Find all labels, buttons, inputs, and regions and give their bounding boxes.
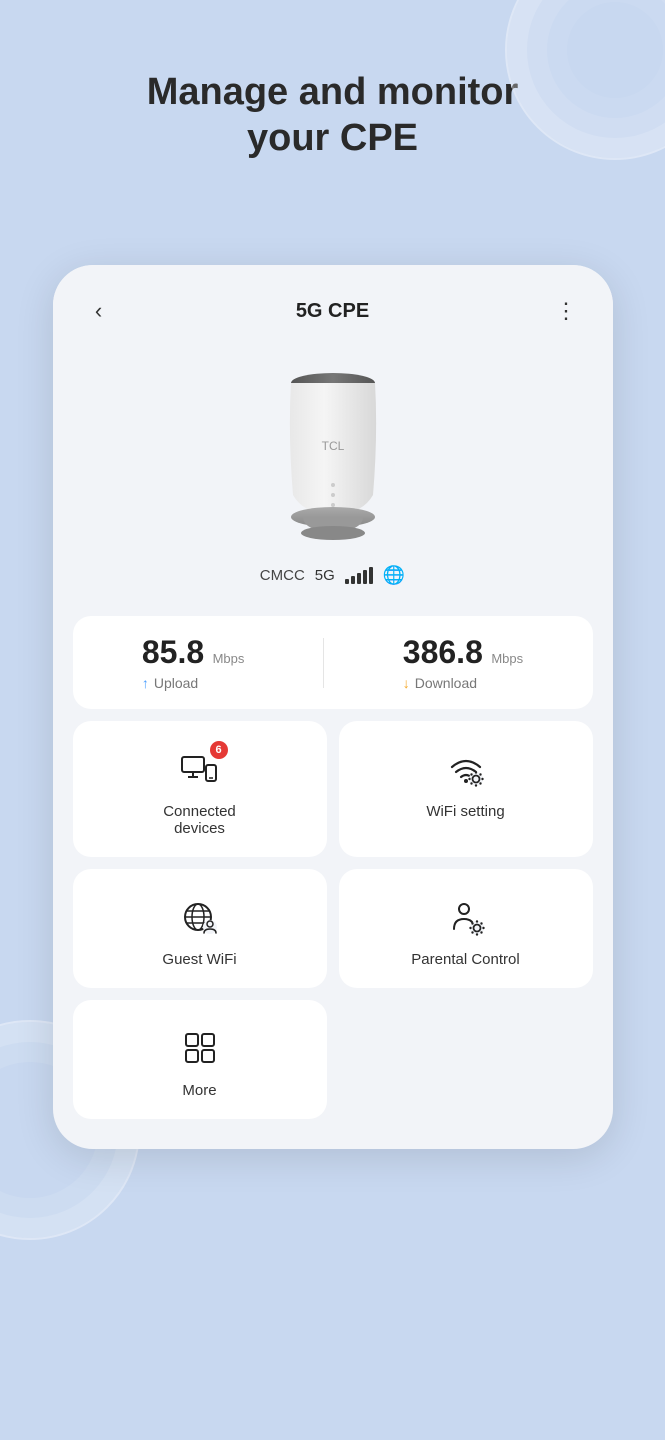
speed-card: 85.8 Mbps ↑ Upload 386.8 Mbps ↓ Download <box>73 616 593 709</box>
signal-bar-5 <box>369 567 373 584</box>
upload-value: 85.8 <box>142 634 204 670</box>
network-type: 5G <box>315 567 335 584</box>
upload-arrow-icon: ↑ <box>142 675 149 691</box>
guest-wifi-item[interactable]: Guest WiFi <box>73 869 327 988</box>
more-item[interactable]: More <box>73 1000 327 1119</box>
wifi-setting-item[interactable]: WiFi setting <box>339 721 593 857</box>
upload-speed: 85.8 Mbps ↑ Upload <box>142 634 245 691</box>
svg-text:TCL: TCL <box>321 439 344 453</box>
router-area: TCL CMCC 5G 🌐 <box>53 345 613 606</box>
network-status: CMCC 5G 🌐 <box>260 565 405 586</box>
download-label: ↓ Download <box>403 675 523 691</box>
parental-control-label: Parental Control <box>411 951 519 968</box>
carrier-name: CMCC <box>260 567 305 584</box>
download-value: 386.8 <box>403 634 483 670</box>
download-unit: Mbps <box>491 651 523 666</box>
phone-header: ‹ 5G CPE ⋮ <box>53 265 613 345</box>
download-arrow-icon: ↓ <box>403 675 410 691</box>
connected-devices-badge: 6 <box>210 741 228 759</box>
page-title: 5G CPE <box>296 300 369 323</box>
signal-bars <box>345 568 373 584</box>
connected-devices-label: Connecteddevices <box>163 803 236 837</box>
signal-bar-1 <box>345 579 349 584</box>
signal-bar-2 <box>351 576 355 584</box>
signal-bar-3 <box>357 573 361 584</box>
upload-unit: Mbps <box>213 651 245 666</box>
back-button[interactable]: ‹ <box>81 293 117 329</box>
options-button[interactable]: ⋮ <box>548 293 584 329</box>
guest-wifi-icon <box>176 893 224 941</box>
connected-devices-item[interactable]: 6 Connecteddevices <box>73 721 327 857</box>
phone-card: ‹ 5G CPE ⋮ <box>53 265 613 1149</box>
globe-icon: 🌐 <box>383 565 405 586</box>
signal-bar-4 <box>363 570 367 584</box>
connected-devices-icon: 6 <box>176 745 224 793</box>
download-speed: 386.8 Mbps ↓ Download <box>403 634 523 691</box>
menu-grid: 6 Connecteddevices <box>73 721 593 1119</box>
guest-wifi-label: Guest WiFi <box>162 951 236 968</box>
more-label: More <box>182 1082 216 1099</box>
router-image: TCL <box>243 355 423 555</box>
wifi-setting-label: WiFi setting <box>426 803 504 820</box>
parental-control-icon <box>442 893 490 941</box>
speed-divider <box>323 638 324 688</box>
upload-label: ↑ Upload <box>142 675 245 691</box>
more-icon <box>176 1024 224 1072</box>
wifi-setting-icon <box>442 745 490 793</box>
parental-control-item[interactable]: Parental Control <box>339 869 593 988</box>
